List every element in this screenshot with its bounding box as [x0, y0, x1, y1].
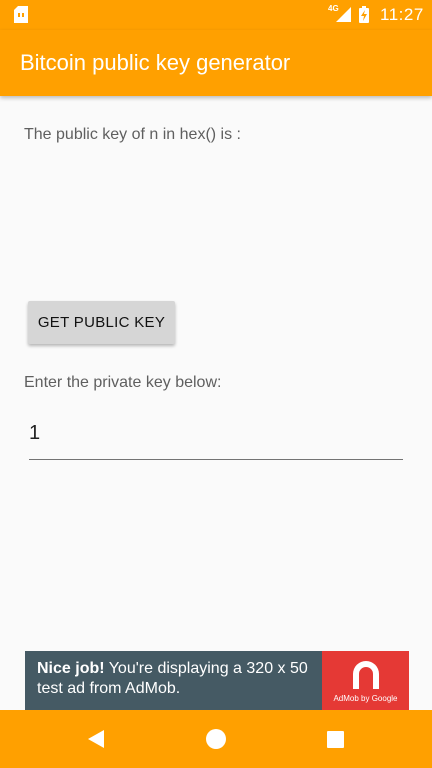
back-icon[interactable] [86, 729, 106, 749]
navigation-bar [0, 710, 432, 768]
recents-icon[interactable] [327, 731, 344, 748]
admob-caption: AdMob by Google [333, 694, 398, 703]
admob-logo-icon [353, 661, 379, 689]
home-icon[interactable] [206, 729, 226, 749]
main-content: The public key of n in hex() is : GET PU… [0, 96, 432, 651]
admob-test-ad-banner[interactable]: Nice job! You're displaying a 320 x 50 t… [25, 651, 409, 710]
ad-text: Nice job! You're displaying a 320 x 50 t… [37, 659, 327, 699]
app-title: Bitcoin public key generator [20, 50, 291, 75]
signal-icon [336, 7, 351, 22]
admob-logo-block: AdMob by Google [322, 651, 409, 710]
get-public-key-button[interactable]: GET PUBLIC KEY [28, 301, 175, 344]
public-key-result-label: The public key of n in hex() is : [24, 126, 241, 143]
private-key-prompt-label: Enter the private key below: [24, 374, 222, 391]
status-clock: 11:27 [380, 5, 424, 24]
ad-headline: Nice job! [37, 660, 105, 677]
sim-card-icon [14, 6, 28, 23]
battery-charging-icon [359, 6, 369, 23]
private-key-input[interactable] [29, 414, 403, 460]
app-bar: Bitcoin public key generator [0, 30, 432, 96]
status-bar: 4G 11:27 [0, 0, 432, 30]
